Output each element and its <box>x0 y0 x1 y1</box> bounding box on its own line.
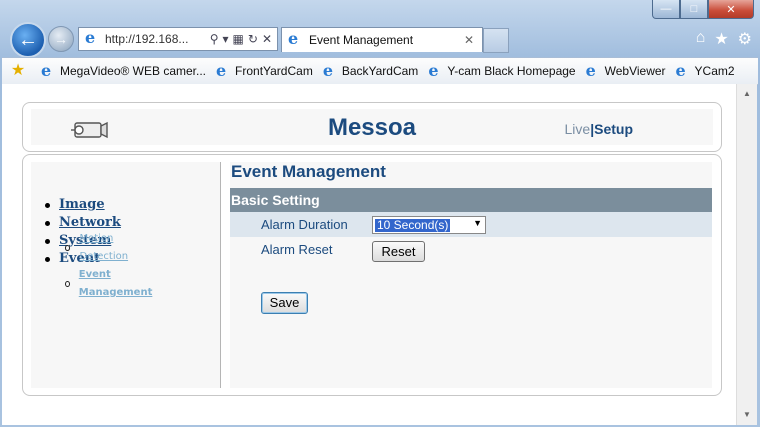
tab-close-icon[interactable]: ✕ <box>464 33 474 47</box>
live-link[interactable]: Live <box>565 121 591 137</box>
scroll-down-icon[interactable]: ▼ <box>737 407 757 423</box>
alarm-reset-label: Alarm Reset <box>261 242 333 257</box>
setup-link[interactable]: Setup <box>594 121 633 137</box>
dropdown-arrow-icon[interactable]: ▾ <box>223 32 229 46</box>
favorite-label: YCam2 <box>694 64 735 78</box>
ie-fav-icon <box>216 61 231 80</box>
bullet-icon <box>45 238 50 244</box>
tab-title: Event Management <box>309 33 414 47</box>
address-text[interactable]: http://192.168... <box>105 32 210 46</box>
ie-tab-icon <box>288 29 304 48</box>
favorite-label: BackYardCam <box>341 64 419 78</box>
window-controls: — □ ✕ <box>652 0 754 19</box>
ie-fav-icon <box>586 61 601 80</box>
address-bar[interactable]: http://192.168... ⚲ ▾ ▦ ↻ ✕ <box>78 27 278 51</box>
forward-arrow-icon: → <box>54 31 68 47</box>
new-tab-button[interactable] <box>483 28 509 53</box>
alarm-duration-label: Alarm Duration <box>261 217 348 232</box>
browser-window: — □ ✕ ← → http://192.168... ⚲ ▾ ▦ ↻ ✕ Ev… <box>0 0 760 427</box>
address-actions: ⚲ ▾ ▦ ↻ ✕ <box>210 32 277 46</box>
vertical-scrollbar[interactable]: ▲ ▼ <box>736 84 757 425</box>
ie-page-icon <box>85 28 101 47</box>
home-icon[interactable]: ⌂ <box>696 29 706 49</box>
alarm-duration-select[interactable]: 10 Second(s) ▼ <box>372 216 486 234</box>
back-button[interactable]: ← <box>10 22 46 58</box>
favorites-bar: ★ MegaVideo® WEB camer... FrontYardCam B… <box>2 57 758 85</box>
stop-icon[interactable]: ✕ <box>262 32 272 46</box>
favorite-label: WebViewer <box>604 64 666 78</box>
sidebar-item-image[interactable]: Image <box>45 196 121 214</box>
favorite-label: Y-cam Black Homepage <box>447 64 576 78</box>
page-title: Event Management <box>231 162 386 181</box>
bullet-icon <box>45 202 50 208</box>
forward-button[interactable]: → <box>48 26 74 52</box>
favorite-link[interactable]: Y-cam Black Homepage <box>428 61 576 80</box>
alarm-duration-value: 10 Second(s) <box>375 218 451 232</box>
search-icon[interactable]: ⚲ <box>210 32 219 46</box>
settings-gear-icon[interactable]: ⚙ <box>738 29 752 49</box>
compatibility-view-icon[interactable]: ▦ <box>233 32 244 46</box>
circle-bullet-icon <box>65 245 71 251</box>
sidebar: Image Network System Event Motion Detect… <box>31 162 221 388</box>
main-panel: Image Network System Event Motion Detect… <box>22 154 722 396</box>
ie-fav-icon <box>676 61 691 80</box>
favorite-link[interactable]: YCam2 <box>676 61 735 80</box>
sidebar-item-event-management[interactable]: Event Management <box>65 266 154 302</box>
favorite-link[interactable]: WebViewer <box>586 61 666 80</box>
ie-fav-icon <box>428 61 443 80</box>
back-arrow-icon: ← <box>18 28 38 51</box>
sidebar-menu: Image Network System Event Motion Detect… <box>45 196 152 298</box>
favorite-link[interactable]: BackYardCam <box>323 61 419 80</box>
ie-fav-icon <box>41 61 56 80</box>
favorite-label: MegaVideo® WEB camer... <box>60 64 207 78</box>
settings-content: Event Management Basic Setting Alarm Dur… <box>230 162 712 388</box>
favorite-link[interactable]: FrontYardCam <box>216 61 313 80</box>
ie-fav-icon <box>323 61 338 80</box>
header-inner: Messoa Live|Setup <box>31 109 713 145</box>
sidebar-item-motion-detection[interactable]: Motion Detection <box>65 230 154 266</box>
section-header: Basic Setting <box>230 188 712 212</box>
add-favorites-icon[interactable]: ★ <box>9 62 27 80</box>
sidebar-link[interactable]: Image <box>59 196 105 214</box>
maximize-button[interactable]: □ <box>680 0 708 19</box>
bullet-icon <box>45 256 50 262</box>
bullet-icon <box>45 220 50 226</box>
browser-toolbar-icons: ⌂ ★ ⚙ <box>696 29 752 49</box>
event-submenu-list: Motion Detection Event Management <box>59 230 154 302</box>
refresh-icon[interactable]: ↻ <box>248 32 258 46</box>
submenu-link[interactable]: Motion Detection <box>79 230 153 266</box>
mode-switch: Live|Setup <box>565 121 634 137</box>
save-button[interactable]: Save <box>261 292 308 314</box>
favorite-label: FrontYardCam <box>235 64 313 78</box>
scroll-up-icon[interactable]: ▲ <box>737 86 757 102</box>
submenu-link-active[interactable]: Event Management <box>79 266 154 302</box>
minimize-button[interactable]: — <box>652 0 680 19</box>
tab-event-management[interactable]: Event Management ✕ <box>281 27 483 52</box>
page-viewport: Messoa Live|Setup Image Network System E… <box>2 84 736 425</box>
circle-bullet-icon <box>65 281 70 287</box>
page-header: Messoa Live|Setup <box>22 102 722 152</box>
reset-button[interactable]: Reset <box>372 241 425 262</box>
close-window-button[interactable]: ✕ <box>708 0 754 19</box>
favorite-link[interactable]: MegaVideo® WEB camer... <box>41 61 207 80</box>
favorites-star-icon[interactable]: ★ <box>714 29 728 49</box>
chevron-down-icon[interactable]: ▼ <box>473 218 482 228</box>
